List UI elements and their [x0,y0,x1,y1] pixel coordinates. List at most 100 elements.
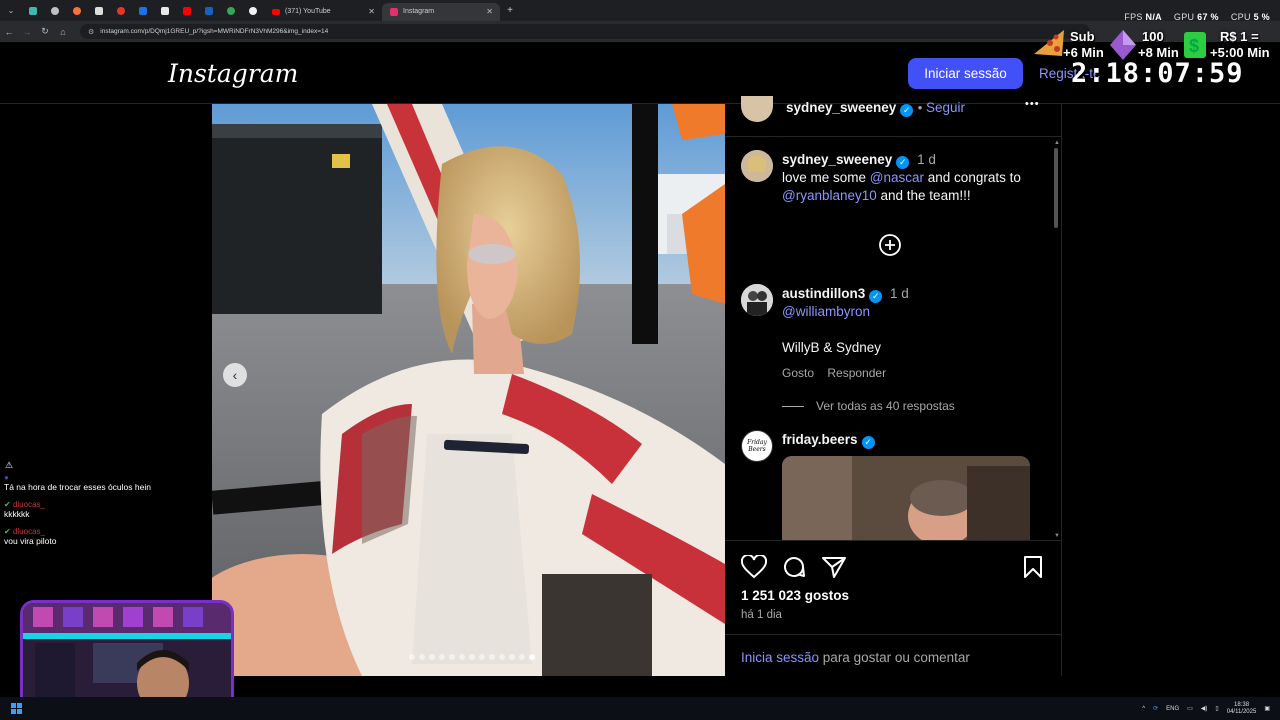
tray-chevron-icon[interactable]: ^ [1142,706,1145,712]
post-date: há 1 dia [741,609,782,621]
pinned-tab[interactable] [44,3,66,19]
verified-icon: ✓ [869,290,883,303]
reload-icon[interactable]: ↻ [36,26,54,37]
reply-button[interactable]: Responder [827,366,886,380]
tab-favicon [51,6,59,15]
carousel-dot[interactable] [449,654,455,660]
new-tab-button[interactable]: + [500,5,520,16]
volume-icon[interactable]: ◀) [1201,705,1208,712]
author-avatar[interactable] [741,96,773,122]
carousel-dot[interactable] [509,654,515,660]
mention-link[interactable]: @williambyron [782,303,1052,321]
carousel-dot[interactable] [519,654,525,660]
login-button[interactable]: Iniciar sessão [908,58,1023,89]
subathon-timer: 2:18:07:59 [1071,58,1244,89]
chat-name: dluocas_ [12,500,45,509]
home-icon[interactable]: ⌂ [54,27,72,37]
comment-item: austindillon3 ✓ 1 d @williambyron WillyB … [782,285,1052,382]
pinned-tab[interactable] [132,3,154,19]
pinned-tab[interactable] [220,3,242,19]
comment-username[interactable]: friday.beers [782,432,858,447]
tab-youtube[interactable]: (371) YouTube ✕ [264,2,382,21]
instagram-logo[interactable]: Instagram [168,59,298,88]
pinned-tab[interactable] [88,3,110,19]
like-comment-button[interactable]: Gosto [782,366,814,380]
carousel-dot[interactable] [499,654,505,660]
close-icon[interactable]: ✕ [368,7,375,16]
carousel-dot[interactable] [459,654,465,660]
windows-taskbar: ^ ⟳ ENG ▭ ◀) ▯ 18:38 04/11/2025 ▣ [0,697,1280,720]
carousel-dot[interactable] [429,654,435,660]
close-icon[interactable]: ✕ [486,7,493,16]
comment-button[interactable] [782,555,806,584]
carousel-prev-button[interactable]: ‹ [223,363,247,387]
caption-avatar[interactable] [741,150,773,182]
pinned-tab[interactable] [176,3,198,19]
site-info-icon[interactable]: ⚙ [88,28,94,36]
pizza-icon [1034,30,1064,56]
carousel-dot[interactable] [489,654,495,660]
comment-avatar[interactable]: Friday Beers [741,430,773,462]
language-indicator[interactable]: ENG [1166,706,1179,712]
login-prompt-text: para gostar ou comentar [819,650,970,665]
pinned-tab[interactable] [110,3,132,19]
pinned-tab[interactable] [22,3,44,19]
mention-link[interactable]: @nascar [870,170,924,185]
load-more-comments-button[interactable] [878,233,902,262]
view-replies-button[interactable]: Ver todas as 40 respostas [782,399,955,413]
windows-start-icon[interactable] [11,703,22,714]
pinned-tab[interactable] [198,3,220,19]
author-username[interactable]: sydney_sweeney [786,100,896,115]
save-button[interactable] [1023,555,1043,584]
chat-badge-icon: ⚠ [5,460,14,470]
comment-avatar[interactable] [741,284,773,316]
avatar-image [741,284,773,316]
comment-gif[interactable] [782,456,1030,540]
caption-username[interactable]: sydney_sweeney [782,152,892,167]
money-icon: $ [1184,32,1206,58]
carousel-dot[interactable] [409,654,415,660]
pinned-tab[interactable] [154,3,176,19]
network-icon[interactable]: ▭ [1187,705,1193,712]
carousel-dot[interactable] [529,654,535,660]
post-image [212,104,725,676]
tab-instagram[interactable]: Instagram ✕ [382,2,500,21]
carousel-dot[interactable] [419,654,425,660]
battery-icon[interactable]: ▯ [1215,705,1218,712]
caption-text: and the team!!! [876,188,971,203]
scroll-up-icon[interactable]: ▲ [1054,140,1060,146]
carousel-dot[interactable] [439,654,445,660]
sync-icon[interactable]: ⟳ [1153,705,1158,712]
url-field[interactable]: ⚙ instagram.com/p/DQmj1GREU_p/?igsh=MWRi… [80,24,1090,39]
tab-favicon [73,6,81,15]
clock[interactable]: 18:38 04/11/2025 [1227,702,1257,716]
comment-username[interactable]: austindillon3 [782,286,865,301]
carousel-dot[interactable] [469,654,475,660]
mention-link[interactable]: @ryanblaney10 [782,188,877,203]
back-icon[interactable]: ← [0,27,18,37]
like-button[interactable] [740,553,768,584]
gif-image [782,456,1030,540]
pinned-tab[interactable] [242,3,264,19]
forward-icon[interactable]: → [18,27,36,37]
notification-icon[interactable]: ▣ [1264,705,1270,712]
scroll-down-icon[interactable]: ▼ [1054,533,1060,539]
carousel-dots [409,654,535,660]
instagram-icon [390,7,398,16]
follow-button[interactable]: Seguir [926,100,965,115]
tab-search-button[interactable]: ⌄ [0,3,22,19]
likes-count[interactable]: 1 251 023 gostos [741,588,849,603]
login-link[interactable]: Inicia sessão [741,650,819,665]
panel-scrollbar[interactable]: ▲ ▼ [1054,140,1060,540]
carousel-dot[interactable] [479,654,485,660]
divider [725,136,1061,137]
verified-icon: ✓ [900,104,914,117]
send-icon [822,557,846,578]
performance-overlay: FPS N/A GPU 67 % CPU 5 % [1124,12,1270,22]
avatar-text: Friday Beers [747,439,767,453]
more-options-icon[interactable]: ••• [1025,98,1040,110]
pinned-tab[interactable] [66,3,88,19]
scrollbar-thumb[interactable] [1054,148,1058,228]
post-photo[interactable] [212,104,725,676]
share-button[interactable] [821,555,847,584]
